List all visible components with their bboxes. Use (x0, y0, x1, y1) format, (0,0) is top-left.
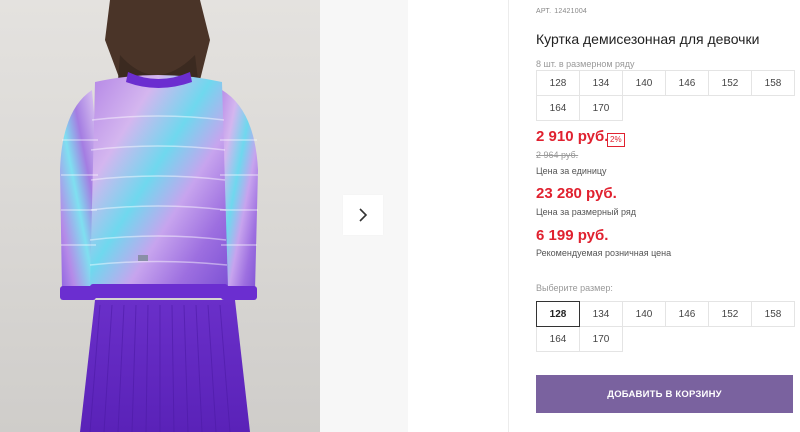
next-image-button[interactable] (343, 195, 383, 235)
size-option-134[interactable]: 134 (579, 301, 623, 327)
old-price: 2 964 руб. (536, 150, 579, 160)
row-price-label: Цена за размерный ряд (536, 207, 637, 217)
retail-price-label: Рекомендуемая розничная цена (536, 248, 672, 258)
product-title: Куртка демисезонная для девочки (536, 31, 760, 47)
size-option-158[interactable]: 158 (751, 301, 795, 327)
discount-badge: 2% (607, 133, 625, 147)
size-selector: 128 134 140 146 152 158 164 170 (536, 301, 795, 352)
pack-size-cell: 146 (665, 70, 709, 96)
pack-size-cell: 134 (579, 70, 623, 96)
article-label: АРТ. (536, 8, 552, 15)
unit-price: 2 910 руб. (536, 128, 609, 145)
product-photo (0, 0, 320, 432)
size-option-128[interactable]: 128 (536, 301, 580, 327)
size-option-170[interactable]: 170 (579, 326, 623, 352)
product-photo-image (60, 0, 258, 432)
size-option-152[interactable]: 152 (708, 301, 752, 327)
pack-size-cell: 140 (622, 70, 666, 96)
divider (508, 0, 509, 432)
size-option-140[interactable]: 140 (622, 301, 666, 327)
pack-size-cell: 164 (536, 95, 580, 121)
pack-size-cell: 152 (708, 70, 752, 96)
pack-note: 8 шт. в размерном ряду (536, 59, 635, 69)
retail-price: 6 199 руб. (536, 227, 609, 244)
chevron-right-icon (359, 208, 368, 222)
pack-size-cell: 128 (536, 70, 580, 96)
pack-size-grid: 128 134 140 146 152 158 164 170 (536, 70, 795, 121)
unit-price-label: Цена за единицу (536, 166, 607, 176)
add-to-cart-button[interactable]: ДОБАВИТЬ В КОРЗИНУ (536, 375, 793, 413)
pack-size-cell: 170 (579, 95, 623, 121)
size-option-146[interactable]: 146 (665, 301, 709, 327)
pack-size-cell: 158 (751, 70, 795, 96)
article-value: 12421004 (554, 8, 588, 15)
size-option-164[interactable]: 164 (536, 326, 580, 352)
row-price: 23 280 руб. (536, 185, 617, 202)
article-number: АРТ. 12421004 (536, 8, 587, 15)
choose-size-label: Выберите размер: (536, 283, 613, 293)
